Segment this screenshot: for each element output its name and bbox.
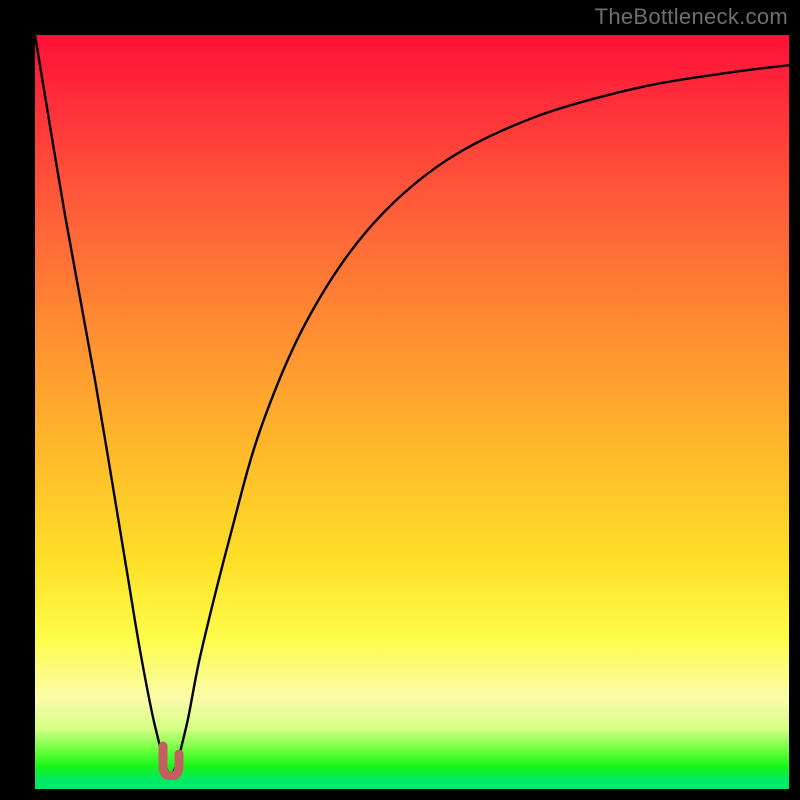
plot-area — [35, 35, 789, 789]
bottleneck-curve — [35, 35, 789, 789]
chart-frame: TheBottleneck.com — [0, 0, 800, 800]
watermark-text: TheBottleneck.com — [595, 4, 788, 30]
